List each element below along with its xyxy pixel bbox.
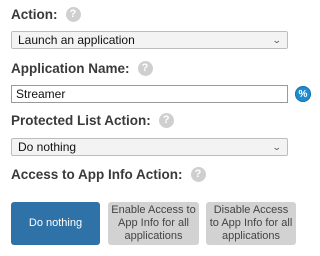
action-select-value: Launch an application (18, 33, 135, 47)
app-name-label-row: Application Name: ? (11, 61, 153, 76)
protected-list-label: Protected List Action: (11, 113, 151, 128)
disable-app-info-button[interactable]: Disable Access to App Info for all appli… (206, 202, 296, 245)
help-icon[interactable]: ? (65, 7, 81, 22)
chevron-down-icon: ⌄ (272, 34, 283, 45)
help-icon[interactable]: ? (190, 167, 206, 182)
chevron-down-icon: ⌄ (272, 141, 283, 152)
protected-list-select[interactable]: Do nothing ⌄ (11, 138, 288, 156)
app-name-input[interactable]: Streamer (11, 85, 288, 103)
enable-app-info-button[interactable]: Enable Access to App Info for all applic… (108, 202, 199, 245)
action-label-row: Action: ? (11, 7, 81, 22)
action-select[interactable]: Launch an application ⌄ (11, 31, 288, 49)
app-info-label-row: Access to App Info Action: ? (11, 167, 206, 182)
app-info-label: Access to App Info Action: (11, 167, 183, 182)
protected-list-label-row: Protected List Action: ? (11, 113, 174, 128)
app-name-value: Streamer (16, 87, 66, 101)
protected-list-select-value: Do nothing (18, 140, 77, 154)
action-label: Action: (11, 7, 58, 22)
help-icon[interactable]: ? (158, 113, 174, 128)
help-icon[interactable]: ? (137, 61, 153, 76)
do-nothing-button[interactable]: Do nothing (11, 202, 100, 245)
variable-picker-icon[interactable]: % (295, 86, 311, 102)
app-name-label: Application Name: (11, 61, 130, 76)
